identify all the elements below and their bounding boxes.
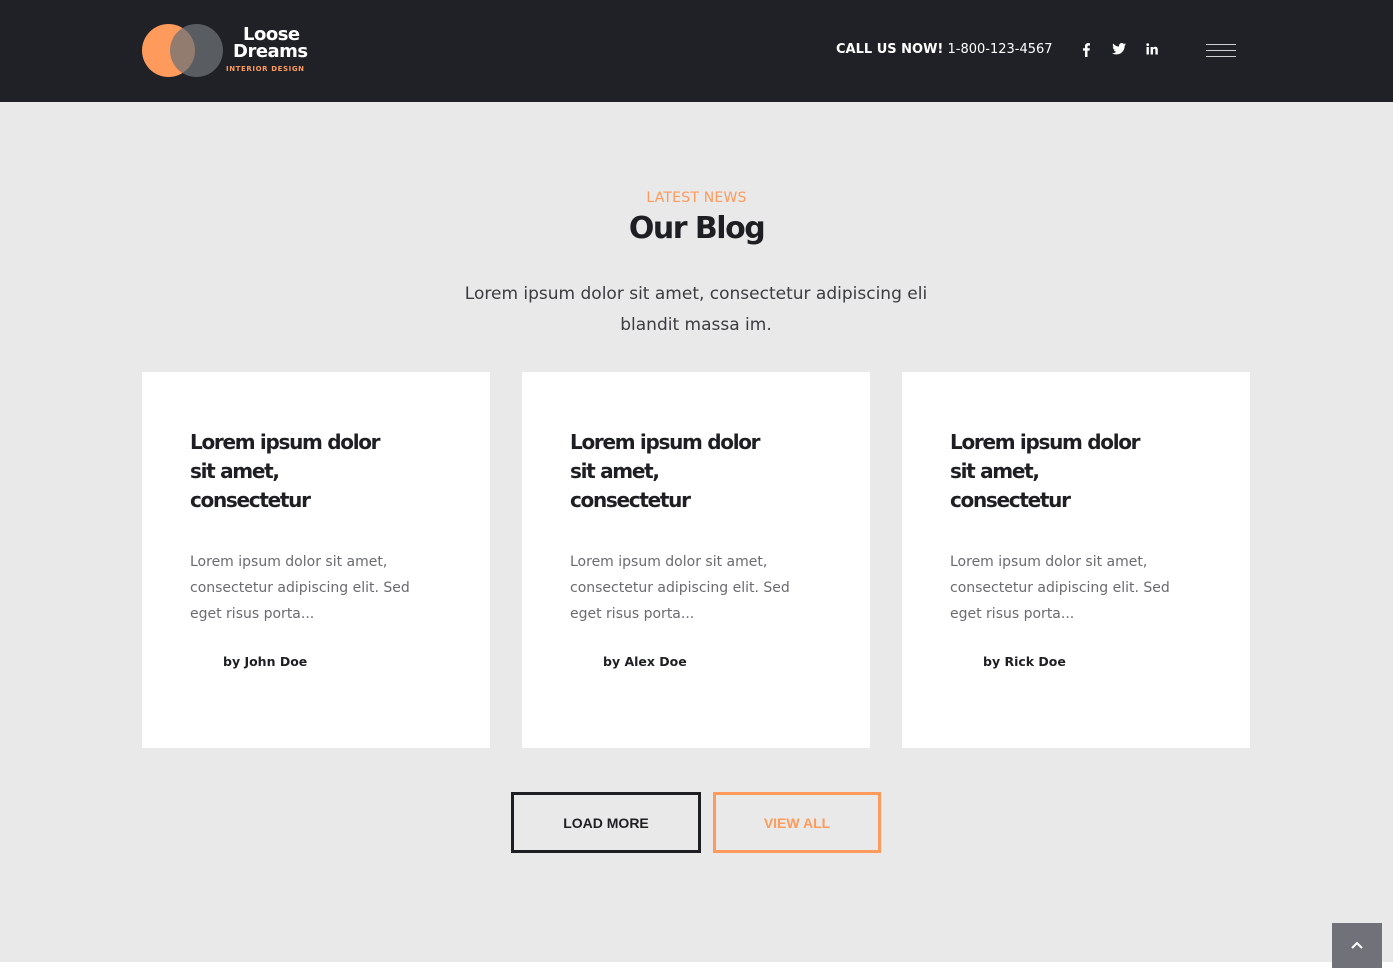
logo-tagline: INTERIOR DESIGN [226,65,305,73]
menu-line [1206,50,1236,51]
blog-card-excerpt: Lorem ipsum dolor sit amet, consectetur … [190,554,410,622]
phone-number[interactable]: 1-800-123-4567 [947,42,1052,57]
twitter-glyph [1112,43,1126,55]
menu-line [1206,44,1236,45]
menu-line [1206,56,1236,57]
blog-card[interactable]: Lorem ipsum dolor sit amet, consectetur … [902,372,1250,748]
view-all-button[interactable]: VIEW ALL [713,792,881,853]
blog-card-author[interactable]: by John Doe [223,654,307,669]
blog-card-title[interactable]: Lorem ipsum dolor sit amet, consectetur [190,428,400,515]
section-kicker: LATEST NEWS [646,190,747,206]
blog-card-title[interactable]: Lorem ipsum dolor sit amet, consectetur [950,428,1160,515]
facebook-icon[interactable] [1077,43,1095,59]
footer-edge [0,962,1393,968]
logo-text-line2: Dreams [233,41,308,62]
scroll-to-top-button[interactable] [1332,923,1382,968]
call-us: CALL US NOW! 1-800-123-4567 [836,42,1053,57]
chevron-up-icon [1351,941,1363,949]
blog-card-title[interactable]: Lorem ipsum dolor sit amet, consectetur [570,428,780,515]
linkedin-icon[interactable] [1143,43,1161,59]
logo-circle-grey [170,24,223,77]
blog-card[interactable]: Lorem ipsum dolor sit amet, consectetur … [522,372,870,748]
call-label: CALL US NOW! [836,42,944,57]
twitter-icon[interactable] [1110,43,1128,59]
load-more-button[interactable]: LOAD MORE [511,792,701,853]
author-icon [576,657,588,669]
blog-card[interactable]: Lorem ipsum dolor sit amet, consectetur … [142,372,490,748]
blog-card-author[interactable]: by Rick Doe [983,654,1066,669]
blog-card-excerpt: Lorem ipsum dolor sit amet, consectetur … [570,554,790,622]
author-icon [956,657,968,669]
blog-card-excerpt: Lorem ipsum dolor sit amet, consectetur … [950,554,1170,622]
section-title: Our Blog [628,211,766,246]
section-subtitle: Lorem ipsum dolor sit amet, consectetur … [464,284,928,335]
hamburger-menu-icon[interactable] [1206,44,1236,58]
author-icon [196,657,208,669]
site-logo[interactable]: Loose Dreams INTERIOR DESIGN [142,23,317,79]
site-header: Loose Dreams INTERIOR DESIGN CALL US NOW… [0,0,1393,102]
blog-card-author[interactable]: by Alex Doe [603,654,687,669]
facebook-glyph [1083,43,1090,57]
linkedin-glyph [1146,43,1158,55]
